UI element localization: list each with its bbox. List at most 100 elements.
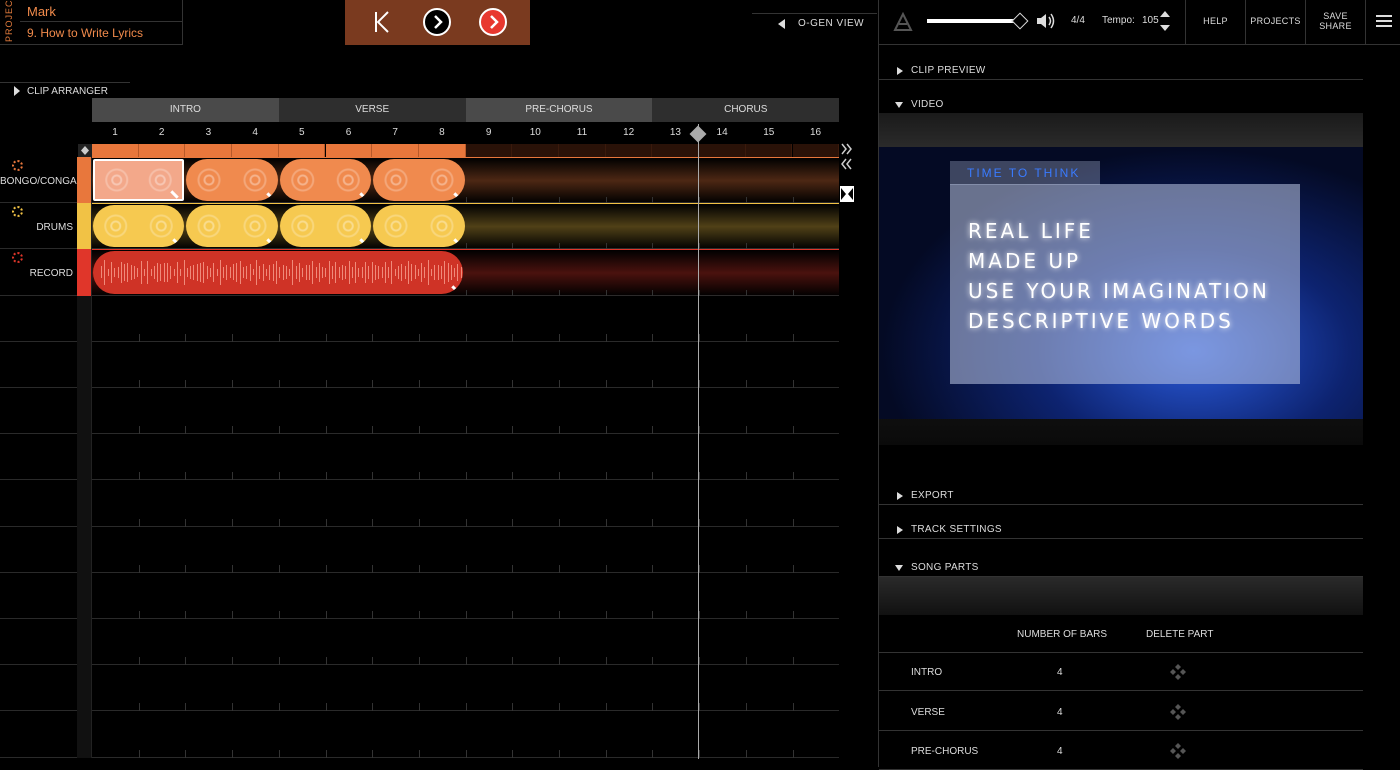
delete-part-icon[interactable] — [1169, 663, 1187, 681]
loop-bar[interactable] — [418, 144, 466, 157]
collapse-left-icon[interactable] — [841, 158, 852, 170]
bar-number[interactable]: 2 — [139, 127, 185, 138]
ogen-view-button[interactable]: O-GEN VIEW — [752, 13, 877, 33]
loop-bar[interactable] — [325, 144, 373, 157]
track-name[interactable]: RECORD — [0, 268, 77, 279]
song-part-row[interactable]: VERSE 4 — [879, 693, 1363, 731]
song-part-bars[interactable]: 4 — [1057, 667, 1063, 678]
track-name[interactable]: BONGO/CONGA — [0, 176, 77, 187]
video-player[interactable]: TIME TO THINK REAL LIFE MADE UP USE YOUR… — [879, 147, 1363, 419]
bar-number[interactable]: 11 — [559, 127, 605, 138]
song-part-intro[interactable]: INTRO — [92, 98, 279, 122]
expand-right-icon[interactable] — [841, 143, 852, 155]
fit-icon[interactable] — [840, 186, 854, 202]
pattern-clip[interactable] — [186, 205, 278, 248]
pattern-clip[interactable] — [279, 205, 372, 248]
bar-number[interactable]: 7 — [372, 127, 418, 138]
empty-track-row[interactable] — [0, 480, 839, 527]
empty-track-row[interactable] — [0, 619, 839, 666]
loop-bar[interactable] — [372, 144, 419, 157]
loop-bar[interactable] — [185, 144, 233, 157]
empty-track-row[interactable] — [0, 711, 839, 758]
bar-number[interactable]: 3 — [185, 127, 231, 138]
loop-start-handle[interactable] — [78, 144, 92, 157]
skip-back-button[interactable] — [367, 8, 395, 36]
bar-number[interactable]: 8 — [419, 127, 465, 138]
volume-icon[interactable] — [1036, 12, 1056, 30]
loop-bar[interactable] — [605, 144, 653, 157]
song-part-verse[interactable]: VERSE — [278, 98, 466, 122]
project-title[interactable]: 9. How to Write Lyrics — [27, 26, 143, 40]
volume-slider[interactable] — [927, 19, 1019, 23]
empty-track-row[interactable] — [0, 295, 839, 342]
empty-track-row[interactable] — [0, 572, 839, 619]
video-section[interactable]: VIDEO — [879, 96, 1363, 114]
play-button[interactable] — [423, 8, 451, 36]
bar-number[interactable]: 5 — [279, 127, 325, 138]
track-row[interactable]: BONGO/CONGA — [0, 157, 839, 204]
record-play-button[interactable] — [479, 8, 507, 36]
tempo-stepper[interactable] — [1160, 10, 1170, 34]
menu-button[interactable] — [1365, 0, 1400, 45]
loop-bar[interactable] — [232, 144, 279, 157]
pattern-clip[interactable] — [373, 159, 465, 202]
tempo-value[interactable]: 105 — [1142, 15, 1159, 26]
pattern-clip[interactable] — [279, 159, 372, 202]
empty-track-row[interactable] — [0, 526, 839, 573]
song-part-chorus[interactable]: CHORUS — [652, 98, 840, 122]
empty-track-row[interactable] — [0, 665, 839, 712]
loop-bar[interactable] — [652, 144, 700, 157]
delete-part-icon[interactable] — [1169, 703, 1187, 721]
song-part-pre-chorus[interactable]: PRE-CHORUS — [465, 98, 653, 122]
song-part-row[interactable]: PRE-CHORUS 4 — [879, 732, 1363, 770]
track-name[interactable]: DRUMS — [0, 222, 77, 233]
loop-bar[interactable] — [465, 144, 513, 157]
help-button[interactable]: HELP — [1185, 0, 1245, 45]
song-part-bars[interactable]: 4 — [1057, 746, 1063, 757]
gear-icon[interactable] — [12, 206, 23, 218]
bar-number[interactable]: 10 — [512, 127, 558, 138]
loop-bar[interactable] — [745, 144, 793, 157]
bar-number[interactable]: 1 — [92, 127, 138, 138]
track-row[interactable]: RECORD — [0, 249, 839, 296]
pattern-clip[interactable] — [373, 205, 465, 248]
bar-number[interactable]: 16 — [793, 127, 839, 138]
bar-number[interactable]: 9 — [466, 127, 512, 138]
pattern-clip[interactable] — [186, 159, 278, 202]
clip-preview-section[interactable]: CLIP PREVIEW — [879, 62, 1363, 80]
clip-arranger-header[interactable]: CLIP ARRANGER — [0, 82, 130, 99]
loop-region[interactable] — [92, 144, 840, 157]
audio-clip[interactable] — [93, 251, 463, 294]
save-share-button[interactable]: SAVE SHARE — [1305, 0, 1365, 45]
tempo-down-icon[interactable] — [1160, 25, 1170, 31]
loop-bar[interactable] — [92, 144, 139, 157]
gear-icon[interactable] — [12, 160, 23, 171]
loop-bar[interactable] — [278, 144, 326, 157]
loop-bar[interactable] — [792, 144, 840, 157]
export-section[interactable]: EXPORT — [879, 487, 1363, 505]
bar-number[interactable]: 12 — [606, 127, 652, 138]
empty-track-row[interactable] — [0, 388, 839, 435]
loop-bar[interactable] — [138, 144, 186, 157]
pattern-clip[interactable] — [93, 159, 185, 202]
loop-bar[interactable] — [512, 144, 559, 157]
time-signature[interactable]: 4/4 — [1071, 15, 1085, 26]
song-parts-section[interactable]: SONG PARTS — [879, 559, 1363, 577]
pattern-clip[interactable] — [93, 205, 185, 248]
track-settings-section[interactable]: TRACK SETTINGS — [879, 521, 1363, 539]
track-row[interactable]: DRUMS — [0, 203, 839, 250]
song-part-row[interactable]: INTRO 4 — [879, 653, 1363, 691]
empty-track-row[interactable] — [0, 341, 839, 388]
delete-part-icon[interactable] — [1169, 742, 1187, 760]
loop-bar[interactable] — [699, 144, 746, 157]
volume-slider-thumb[interactable] — [1011, 12, 1029, 30]
projects-button[interactable]: PROJECTS — [1245, 0, 1305, 45]
bar-number[interactable]: 6 — [326, 127, 372, 138]
tempo-up-icon[interactable] — [1160, 11, 1170, 17]
user-name[interactable]: Mark — [27, 4, 56, 19]
empty-track-row[interactable] — [0, 434, 839, 481]
loop-bar[interactable] — [559, 144, 606, 157]
bar-number[interactable]: 4 — [232, 127, 278, 138]
song-part-bars[interactable]: 4 — [1057, 707, 1063, 718]
gear-icon[interactable] — [12, 252, 23, 264]
